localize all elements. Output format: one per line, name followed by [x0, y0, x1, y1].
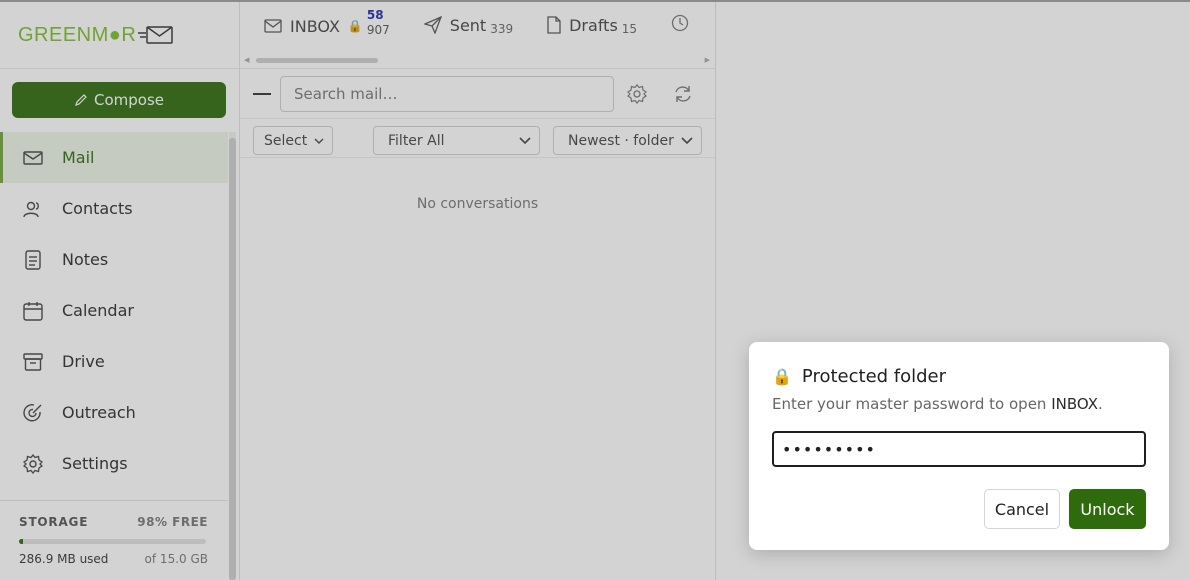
protected-folder-dialog: 🔒 Protected folder Enter your master pas… [749, 342, 1169, 550]
unlock-button[interactable]: Unlock [1069, 489, 1146, 529]
dialog-title: Protected folder [801, 366, 947, 387]
dialog-desc-suffix: . [1098, 395, 1103, 413]
dialog-actions: Cancel Unlock [984, 489, 1146, 529]
cancel-button[interactable]: Cancel [984, 489, 1060, 529]
dialog-folder-name: INBOX [1051, 395, 1098, 413]
lock-icon: 🔒 [772, 367, 792, 386]
dialog-desc-prefix: Enter your master password to open [772, 395, 1052, 413]
window-top-border [0, 0, 1190, 2]
dialog-title-row: 🔒 Protected folder [772, 366, 1146, 387]
dialog-description: Enter your master password to open INBOX… [772, 395, 1146, 413]
master-password-field[interactable] [772, 431, 1146, 467]
